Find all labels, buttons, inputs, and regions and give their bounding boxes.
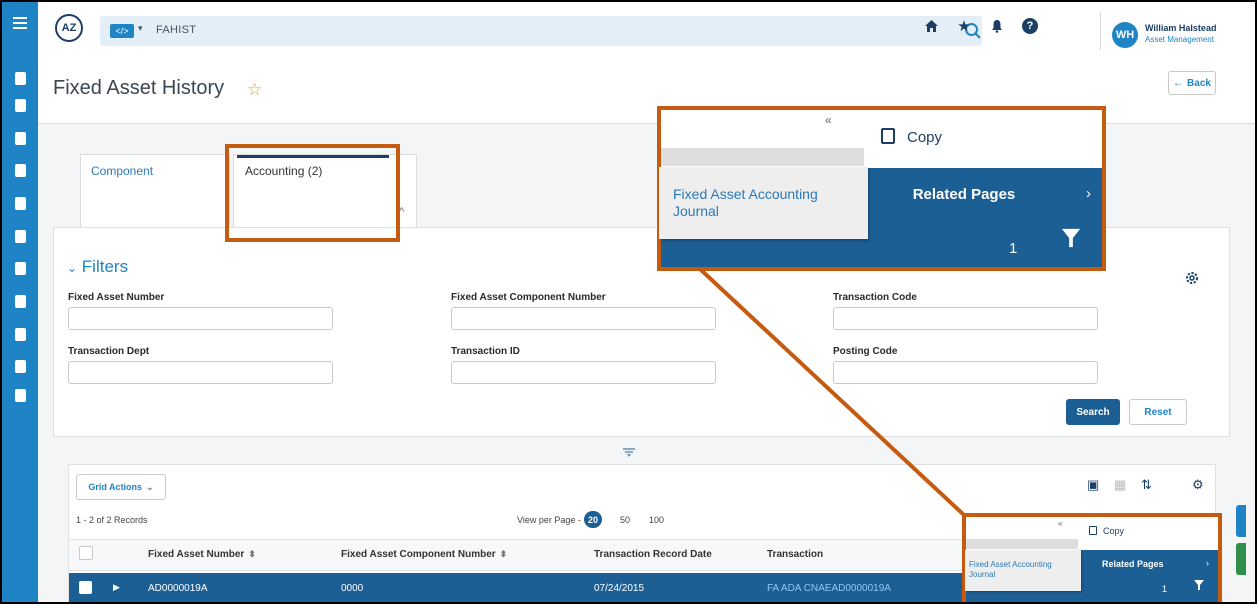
menu-icon[interactable] <box>2 13 38 33</box>
top-bar: AZ </> ▾ FAHIST ★ ? WH William Halstead … <box>38 2 1255 62</box>
home-icon[interactable] <box>923 18 939 34</box>
column-header-label: Transaction <box>767 549 824 560</box>
select-all-checkbox[interactable] <box>79 546 93 560</box>
sort-icon[interactable]: ⇅ <box>1141 477 1152 493</box>
transfer-icon[interactable] <box>2 291 38 311</box>
side-panel-tab[interactable] <box>1236 505 1246 537</box>
reset-button[interactable]: Reset <box>1129 399 1187 425</box>
sort-icon[interactable]: ⬍ <box>248 549 256 559</box>
posting-code-input[interactable] <box>833 361 1098 384</box>
fixed-asset-number-label: Fixed Asset Number <box>68 292 165 303</box>
accounting-journal-link[interactable]: Fixed Asset Accounting Journal <box>673 186 863 220</box>
help-icon[interactable]: ? <box>1022 18 1038 34</box>
book-icon[interactable] <box>2 128 38 148</box>
page-title: Fixed Asset History <box>53 77 225 99</box>
component-number-label: Fixed Asset Component Number <box>451 292 606 303</box>
transaction-code-label: Transaction Code <box>833 292 917 303</box>
component-number-input[interactable] <box>451 307 716 330</box>
posting-code-label: Posting Code <box>833 346 898 357</box>
app-code: FAHIST <box>156 24 197 36</box>
submenu: Fixed Asset Accounting Journal <box>965 550 1081 591</box>
fixed-asset-number-input[interactable] <box>68 307 333 330</box>
transaction-id-label: Transaction ID <box>451 346 520 357</box>
transaction-dept-input[interactable] <box>68 361 333 384</box>
page-size-50[interactable]: 50 <box>620 515 630 525</box>
filters-toggle[interactable]: ⌄ Filters <box>67 257 128 277</box>
column-header[interactable]: Transaction Record Date <box>594 549 712 560</box>
transaction-id-input[interactable] <box>451 361 716 384</box>
screen-icon[interactable] <box>2 226 38 246</box>
document-icon[interactable] <box>2 160 38 180</box>
gear-icon[interactable] <box>1184 270 1200 286</box>
highlight-accounting-tab <box>225 144 400 242</box>
star-icon[interactable]: ★ <box>956 18 972 35</box>
side-panel-tab[interactable] <box>1236 543 1246 575</box>
column-header-label: Fixed Asset Component Number <box>341 549 496 560</box>
page-size-20[interactable]: 20 <box>584 511 602 528</box>
back-button[interactable]: ← Back <box>1168 71 1216 95</box>
cell-record-date: 07/24/2015 <box>594 583 645 594</box>
search-doc-icon[interactable] <box>2 95 38 115</box>
az360-logo[interactable]: AZ <box>55 14 83 42</box>
tab-component-label: Component <box>91 164 154 178</box>
column-header[interactable]: Fixed Asset Component Number ⬍ <box>341 549 507 560</box>
filters-label: Filters <box>81 257 129 276</box>
search-button[interactable]: Search <box>1066 399 1120 425</box>
grid-gear-icon[interactable]: ⚙ <box>1192 477 1204 493</box>
column-header[interactable]: Transaction <box>767 549 823 560</box>
file-icon[interactable] <box>2 324 38 344</box>
app-switcher-icon[interactable]: </> <box>110 24 134 38</box>
page-size-100[interactable]: 100 <box>649 515 664 525</box>
asset-icon[interactable] <box>2 356 38 376</box>
column-header-label: Transaction Record Date <box>594 549 712 560</box>
records-count: 1 - 2 of 2 Records <box>76 515 148 525</box>
divider <box>1100 12 1101 50</box>
expand-row-icon[interactable]: ▶ <box>113 582 120 593</box>
chevron-down-icon: ⌄ <box>67 261 78 275</box>
transaction-code-input[interactable] <box>833 307 1098 330</box>
grid-actions-label: Grid Actions <box>88 482 143 492</box>
cell-component-number: 0000 <box>341 583 364 594</box>
sort-icon[interactable]: ⬍ <box>500 549 508 559</box>
ledger-icon[interactable] <box>2 193 38 213</box>
export-icon[interactable]: ▣ <box>1087 477 1099 493</box>
tab-component[interactable]: Component <box>80 154 230 230</box>
accounting-journal-link[interactable]: Fixed Asset Accounting Journal <box>969 560 1079 580</box>
report-icon[interactable] <box>2 258 38 278</box>
global-search-bar[interactable]: </> ▾ FAHIST <box>100 16 982 46</box>
chevron-down-icon[interactable]: ▾ <box>138 23 143 34</box>
column-header-label: Fixed Asset Number <box>148 549 245 560</box>
transaction-dept-label: Transaction Dept <box>68 346 150 357</box>
expand-filters-icon[interactable] <box>621 446 637 458</box>
arrow-left-icon: ← <box>1173 77 1184 89</box>
columns-icon[interactable]: ▦ <box>1114 477 1126 493</box>
row-checkbox[interactable] <box>79 581 92 594</box>
submenu: Fixed Asset Accounting Journal <box>659 167 868 239</box>
back-label: Back <box>1187 77 1211 89</box>
avatar[interactable]: WH <box>1112 22 1138 48</box>
user-role: Asset Management <box>1145 35 1214 44</box>
favorite-star-icon[interactable]: ☆ <box>247 80 262 100</box>
grid-actions-button[interactable]: Grid Actions ⌄ <box>76 474 166 500</box>
pages-icon[interactable] <box>2 385 38 405</box>
cell-transaction-link[interactable]: FA ADA CNAEAD0000019A <box>767 583 891 594</box>
cell-fixed-asset-number: AD0000019A <box>148 583 208 594</box>
left-nav-rail <box>2 2 38 604</box>
org-icon[interactable] <box>2 68 38 88</box>
user-name[interactable]: William Halstead <box>1145 23 1216 33</box>
view-per-page-label: View per Page - <box>517 515 581 525</box>
chevron-down-icon: ⌄ <box>146 481 154 492</box>
column-header[interactable]: Fixed Asset Number ⬍ <box>148 549 256 560</box>
bell-icon[interactable] <box>989 18 1005 34</box>
